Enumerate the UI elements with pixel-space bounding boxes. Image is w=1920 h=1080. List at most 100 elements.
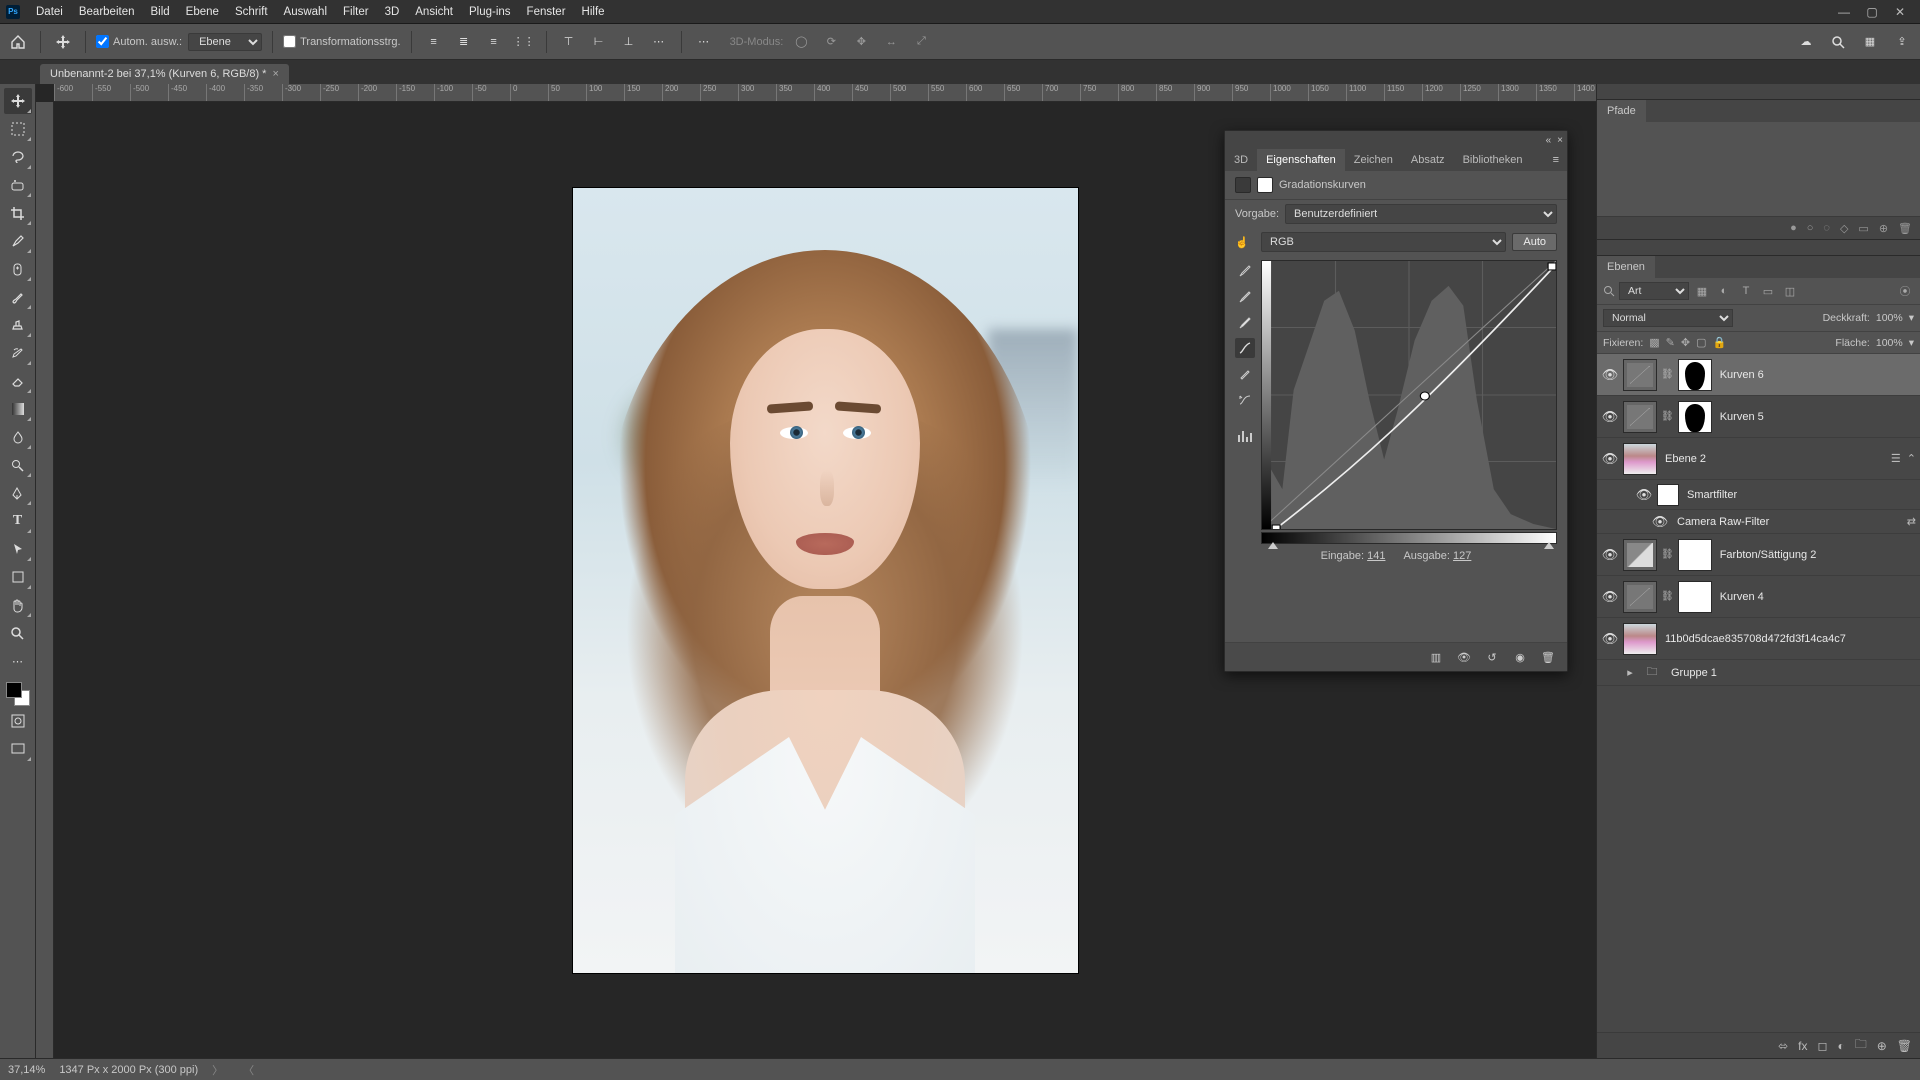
layer-mask-thumbnail[interactable] xyxy=(1678,359,1712,391)
tab-paths[interactable]: Pfade xyxy=(1597,100,1646,122)
menu-bild[interactable]: Bild xyxy=(142,6,177,18)
align-bottom-icon[interactable]: ⊥ xyxy=(617,30,641,54)
curve-point-active[interactable] xyxy=(1420,392,1429,400)
dodge-tool[interactable] xyxy=(4,452,32,478)
lock-position-icon[interactable]: ✥ xyxy=(1681,336,1690,349)
auto-button[interactable]: Auto xyxy=(1512,233,1557,251)
menu-schrift[interactable]: Schrift xyxy=(227,6,276,18)
layer-name[interactable]: 11b0d5dcae835708d472fd3f14ca4c7 xyxy=(1661,633,1916,645)
tab-properties[interactable]: Eigenschaften xyxy=(1257,149,1345,171)
chevron-left-icon[interactable]: 〈 xyxy=(243,1062,254,1078)
link-icon[interactable]: ⛓ xyxy=(1661,549,1674,560)
horizontal-ruler[interactable]: -600-550-500-450-400-350-300-250-200-150… xyxy=(54,84,1596,102)
layer-row[interactable]: 👁⛓Kurven 4 xyxy=(1597,576,1920,618)
toggle-visibility-icon[interactable]: ◉ xyxy=(1511,649,1529,665)
home-icon[interactable] xyxy=(6,30,30,54)
visibility-toggle[interactable]: 👁 xyxy=(1601,367,1619,383)
stroke-path-icon[interactable]: ○ xyxy=(1807,222,1814,234)
rectangle-tool[interactable] xyxy=(4,564,32,590)
layer-row[interactable]: 👁⛓Kurven 6 xyxy=(1597,354,1920,396)
black-point-handle[interactable] xyxy=(1268,542,1278,549)
workspace-icon[interactable]: ▦ xyxy=(1858,30,1882,54)
lock-transparency-icon[interactable]: ▩ xyxy=(1649,336,1659,349)
menu-plug-ins[interactable]: Plug-ins xyxy=(461,6,519,18)
reset-icon[interactable]: ↺ xyxy=(1483,649,1501,665)
curve-point[interactable] xyxy=(1548,263,1556,270)
layer-thumbnail[interactable] xyxy=(1623,623,1657,655)
layer-row[interactable]: 👁 11b0d5dcae835708d472fd3f14ca4c7 xyxy=(1597,618,1920,660)
opacity-value[interactable]: 100% xyxy=(1876,312,1903,324)
sample-white-icon[interactable] xyxy=(1235,312,1255,332)
transform-controls-checkbox[interactable]: Transformationsstrg. xyxy=(283,35,400,48)
align-left-icon[interactable]: ≡ xyxy=(422,30,446,54)
delete-path-icon[interactable]: 🗑 xyxy=(1898,222,1912,235)
type-tool[interactable]: T xyxy=(4,508,32,534)
new-adjustment-icon[interactable]: ◐ xyxy=(1837,1039,1844,1053)
scale-3d-icon[interactable]: ⤢ xyxy=(909,30,933,54)
clone-stamp-tool[interactable] xyxy=(4,312,32,338)
delete-adjustment-icon[interactable]: 🗑 xyxy=(1539,649,1557,665)
lasso-tool[interactable] xyxy=(4,144,32,170)
visibility-toggle[interactable]: 👁 xyxy=(1601,631,1619,647)
smartfilter-mask[interactable] xyxy=(1657,484,1679,506)
curves-graph[interactable] xyxy=(1261,260,1557,530)
blur-tool[interactable] xyxy=(4,424,32,450)
close-tab-icon[interactable]: × xyxy=(272,68,278,80)
auto-select-input[interactable] xyxy=(96,35,109,48)
chevron-down-icon[interactable]: ▾ xyxy=(1909,337,1914,349)
document-tab[interactable]: Unbenannt-2 bei 37,1% (Kurven 6, RGB/8) … xyxy=(40,64,289,84)
minimize-button[interactable]: — xyxy=(1830,3,1858,21)
view-previous-icon[interactable]: 👁 xyxy=(1455,649,1473,665)
blend-mode-select[interactable]: Normal xyxy=(1603,309,1733,327)
link-icon[interactable]: ⛓ xyxy=(1661,591,1674,602)
panel-titlebar[interactable]: « × xyxy=(1225,131,1567,149)
sample-black-icon[interactable] xyxy=(1235,260,1255,280)
output-value[interactable]: 127 xyxy=(1453,550,1471,562)
collapse-icon[interactable]: « xyxy=(1546,135,1552,146)
layer-name[interactable]: Kurven 5 xyxy=(1716,411,1916,423)
layer-mask-thumbnail[interactable] xyxy=(1678,539,1712,571)
close-panel-icon[interactable]: × xyxy=(1557,135,1563,146)
path-to-selection-icon[interactable]: ◌ xyxy=(1823,222,1830,234)
tab-3d[interactable]: 3D xyxy=(1225,149,1257,171)
panel-drag-strip[interactable] xyxy=(1597,240,1920,256)
gradient-strip[interactable] xyxy=(1261,532,1557,544)
visibility-toggle[interactable]: 👁 xyxy=(1635,487,1653,503)
visibility-toggle[interactable]: 👁 xyxy=(1601,589,1619,605)
sample-gray-icon[interactable] xyxy=(1235,286,1255,306)
layer-thumbnail[interactable] xyxy=(1623,401,1657,433)
layer-row[interactable]: 👁 Camera Raw-Filter ⇄ xyxy=(1597,510,1920,534)
zoom-level[interactable]: 37,14% xyxy=(8,1064,45,1076)
healing-brush-tool[interactable] xyxy=(4,256,32,282)
make-work-path-icon[interactable]: ◇ xyxy=(1840,222,1848,235)
menu-auswahl[interactable]: Auswahl xyxy=(276,6,335,18)
brush-tool[interactable] xyxy=(4,284,32,310)
layer-thumbnail[interactable] xyxy=(1623,539,1657,571)
layer-row[interactable]: 👁Smartfilter xyxy=(1597,480,1920,510)
layer-row[interactable]: 👁⛓Kurven 5 xyxy=(1597,396,1920,438)
chevron-right-icon[interactable]: ▸ xyxy=(1623,666,1637,679)
visibility-toggle[interactable]: 👁 xyxy=(1651,514,1669,530)
link-icon[interactable]: ⛓ xyxy=(1661,369,1674,380)
layer-thumbnail[interactable] xyxy=(1623,581,1657,613)
color-swatches[interactable] xyxy=(6,682,30,706)
layer-name[interactable]: Camera Raw-Filter xyxy=(1673,516,1903,528)
filter-shape-icon[interactable]: ▭ xyxy=(1759,283,1777,299)
transform-controls-input[interactable] xyxy=(283,35,296,48)
align-center-h-icon[interactable]: ≣ xyxy=(452,30,476,54)
distribute-h-icon[interactable]: ⋮⋮ xyxy=(512,30,536,54)
tab-libraries[interactable]: Bibliotheken xyxy=(1454,149,1532,171)
preset-select[interactable]: Benutzerdefiniert xyxy=(1285,204,1557,224)
eyedropper-tool[interactable] xyxy=(4,228,32,254)
tab-character[interactable]: Zeichen xyxy=(1345,149,1402,171)
channel-select[interactable]: RGB xyxy=(1261,232,1506,252)
distribute-v-icon[interactable]: ⋯ xyxy=(647,30,671,54)
filter-blending-icon[interactable]: ⇄ xyxy=(1907,515,1916,528)
link-layers-icon[interactable]: ⬄ xyxy=(1778,1039,1788,1053)
fill-value[interactable]: 100% xyxy=(1876,337,1903,349)
menu-datei[interactable]: Datei xyxy=(28,6,71,18)
pan-3d-icon[interactable]: ✥ xyxy=(849,30,873,54)
pen-tool[interactable] xyxy=(4,480,32,506)
edit-toolbar-icon[interactable]: ⋯ xyxy=(4,648,32,674)
new-layer-icon[interactable]: ⊕ xyxy=(1877,1039,1887,1053)
